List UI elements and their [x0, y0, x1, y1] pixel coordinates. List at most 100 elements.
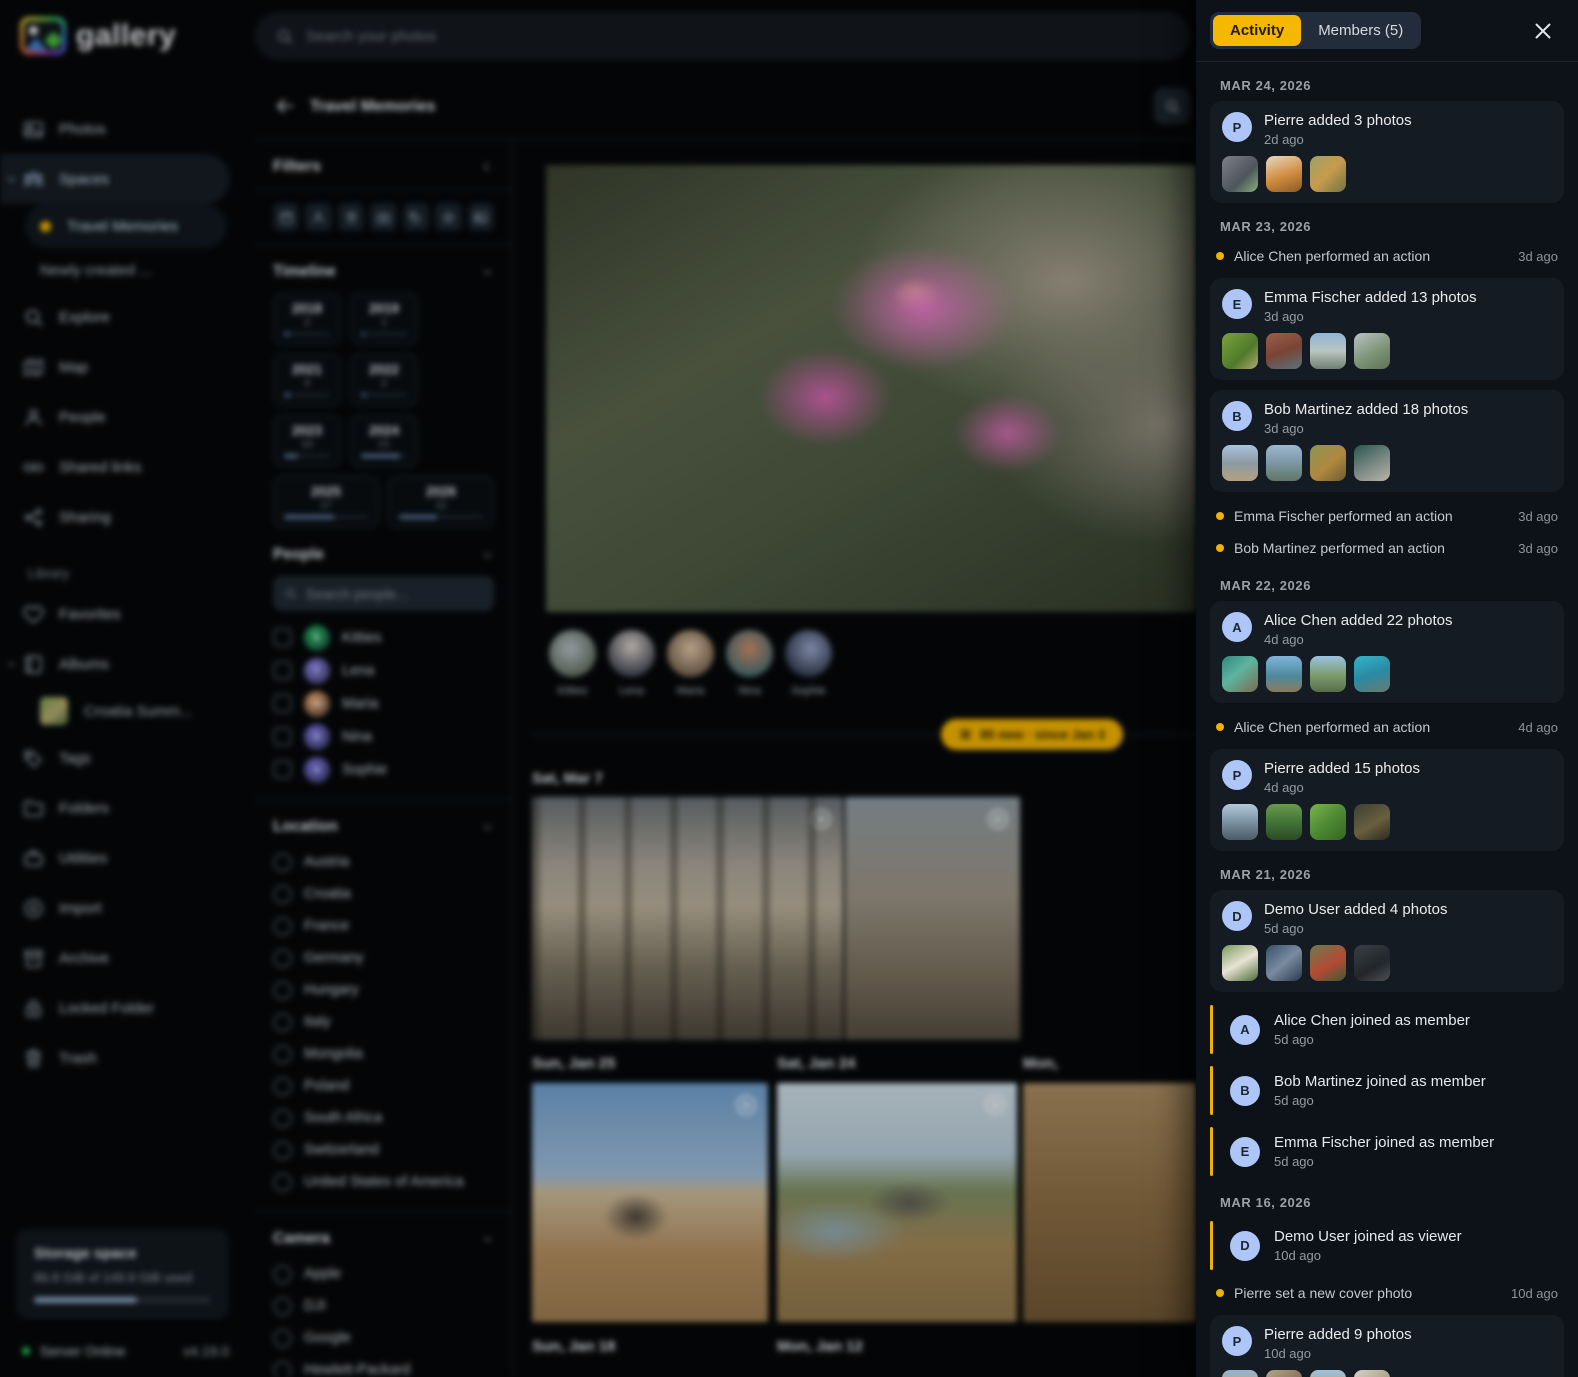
person-bubble-lena[interactable]: Lena: [608, 630, 655, 697]
radio-button[interactable]: [273, 1328, 292, 1348]
checkbox[interactable]: [273, 760, 292, 779]
filter-pin-button[interactable]: [337, 203, 365, 231]
photo-thumbnail[interactable]: [1310, 804, 1346, 840]
photo-thumbnail[interactable]: [1266, 445, 1302, 481]
sidebar-item-explore[interactable]: Explore: [0, 292, 255, 342]
chevron-down-icon[interactable]: [5, 658, 18, 671]
filter-person-button[interactable]: [305, 203, 332, 231]
photo-thumbnail[interactable]: [1222, 656, 1258, 692]
sidebar-item-archive[interactable]: Archive: [0, 933, 255, 983]
album-search-button[interactable]: [1154, 88, 1190, 124]
sidebar-item-spaces[interactable]: Spaces: [0, 154, 230, 204]
radio-button[interactable]: [273, 1076, 292, 1096]
photo-thumbnail[interactable]: [1354, 656, 1390, 692]
close-icon[interactable]: [1530, 18, 1556, 44]
photo-thumbnail[interactable]: [1222, 945, 1258, 981]
filter-camera-button[interactable]: [370, 203, 397, 231]
photo-thumbnail[interactable]: [1222, 156, 1258, 192]
radio-button[interactable]: [273, 884, 292, 904]
photo-thumbnail[interactable]: [1266, 656, 1302, 692]
year-chip-2019[interactable]: 2019 1: [350, 293, 418, 345]
photo-thumbnail[interactable]: [1310, 333, 1346, 369]
year-chip-2018[interactable]: 2018 2: [273, 293, 341, 345]
sidebar-item-favorites[interactable]: Favorites: [0, 589, 255, 639]
photo-thumbnail[interactable]: [1354, 804, 1390, 840]
filter-tag-button[interactable]: [402, 203, 430, 231]
sidebar-item-folders[interactable]: Folders: [0, 783, 255, 833]
photo-thumbnail[interactable]: [1266, 804, 1302, 840]
filter-option-austria[interactable]: Austria: [273, 846, 494, 878]
photo-thumbnail[interactable]: [1310, 945, 1346, 981]
sidebar-item-trash[interactable]: Trash: [0, 1033, 255, 1083]
search-input[interactable]: [306, 27, 1006, 45]
chevron-down-icon[interactable]: [5, 173, 18, 186]
collapse-filters-icon[interactable]: [480, 160, 494, 174]
photo-zebra[interactable]: [532, 1083, 768, 1322]
photo-thumbnail[interactable]: [1310, 445, 1346, 481]
person-filter-lena[interactable]: l Lena: [273, 654, 494, 687]
checkbox[interactable]: [273, 727, 292, 746]
radio-button[interactable]: [273, 948, 292, 968]
filter-option-united-states-of-america[interactable]: United States of America: [273, 1166, 494, 1198]
radio-button[interactable]: [273, 852, 292, 872]
photo-thumbnail[interactable]: [1310, 156, 1346, 192]
filter-option-hewlett-packard[interactable]: Hewlett-Packard: [273, 1354, 494, 1377]
global-search-bar[interactable]: [255, 12, 1190, 60]
sidebar-item-people[interactable]: People: [0, 392, 255, 442]
year-chip-2025[interactable]: 2025 17: [273, 476, 379, 528]
people-search-input[interactable]: [306, 585, 476, 602]
sidebar-item-import[interactable]: Import: [0, 883, 255, 933]
checkbox[interactable]: [273, 694, 292, 713]
activity-event-row[interactable]: Alice Chen performed an action 4d ago: [1216, 713, 1558, 741]
photo-thumbnail[interactable]: [1354, 1370, 1390, 1377]
photo-thumbnail[interactable]: [1354, 945, 1390, 981]
activity-event-row[interactable]: Alice Chen performed an action 3d ago: [1216, 242, 1558, 270]
sidebar-item-sharing[interactable]: Sharing: [0, 492, 255, 542]
photo-thumbnail[interactable]: [1266, 1370, 1302, 1377]
photo-facade[interactable]: [845, 797, 1020, 1040]
year-chip-2024[interactable]: 2024 21: [350, 415, 418, 467]
radio-button[interactable]: [273, 1264, 292, 1284]
filter-option-hungary[interactable]: Hungary: [273, 974, 494, 1006]
tab-members[interactable]: Members (5): [1303, 15, 1418, 46]
activity-card[interactable]: B Bob Martinez added 18 photos 3d ago: [1210, 390, 1564, 492]
sidebar-item-newly-created[interactable]: Newly created ...: [0, 248, 255, 292]
person-filter-nina[interactable]: n Nina: [273, 720, 494, 753]
sidebar-item-map[interactable]: Map: [0, 342, 255, 392]
activity-card[interactable]: P Pierre added 15 photos 4d ago: [1210, 749, 1564, 851]
filter-option-apple[interactable]: Apple: [273, 1258, 494, 1290]
activity-event-row[interactable]: Emma Fischer performed an action 3d ago: [1216, 502, 1558, 530]
chevron-down-icon[interactable]: [481, 1233, 494, 1246]
photo-thumbnail[interactable]: [1222, 804, 1258, 840]
checkbox[interactable]: [273, 628, 292, 647]
photo-elephants[interactable]: [777, 1083, 1017, 1322]
member-join-row[interactable]: E Emma Fischer joined as member 5d ago: [1210, 1124, 1564, 1179]
radio-button[interactable]: [273, 1044, 292, 1064]
person-bubble-sophie[interactable]: Sophie: [785, 630, 832, 697]
filter-option-google[interactable]: Google: [273, 1322, 494, 1354]
radio-button[interactable]: [273, 1360, 292, 1377]
filter-calendar-button[interactable]: [273, 203, 300, 231]
photo-thumbnail[interactable]: [1266, 945, 1302, 981]
filter-option-poland[interactable]: Poland: [273, 1070, 494, 1102]
new-photos-badge[interactable]: 85 new · since Jan 3: [941, 719, 1124, 750]
activity-card[interactable]: D Demo User added 4 photos 5d ago: [1210, 890, 1564, 992]
radio-button[interactable]: [273, 1296, 292, 1316]
radio-button[interactable]: [273, 916, 292, 936]
year-chip-2026[interactable]: 2026 11: [388, 476, 494, 528]
filter-image-button[interactable]: [467, 203, 494, 231]
filter-option-germany[interactable]: Germany: [273, 942, 494, 974]
cover-photo[interactable]: [546, 165, 1196, 612]
photo-thumbnail[interactable]: [1310, 656, 1346, 692]
member-join-row[interactable]: B Bob Martinez joined as member 5d ago: [1210, 1063, 1564, 1118]
radio-button[interactable]: [273, 1140, 292, 1160]
filter-option-italy[interactable]: Italy: [273, 1006, 494, 1038]
person-filter-maria[interactable]: m Maria: [273, 687, 494, 720]
chevron-down-icon[interactable]: [481, 266, 494, 279]
activity-card[interactable]: A Alice Chen added 22 photos 4d ago: [1210, 601, 1564, 703]
photo-thumbnail[interactable]: [1222, 333, 1258, 369]
activity-card[interactable]: P Pierre added 9 photos 10d ago: [1210, 1315, 1564, 1377]
radio-button[interactable]: [273, 980, 292, 1000]
filter-option-croatia[interactable]: Croatia: [273, 878, 494, 910]
photo-arches[interactable]: [532, 797, 843, 1040]
